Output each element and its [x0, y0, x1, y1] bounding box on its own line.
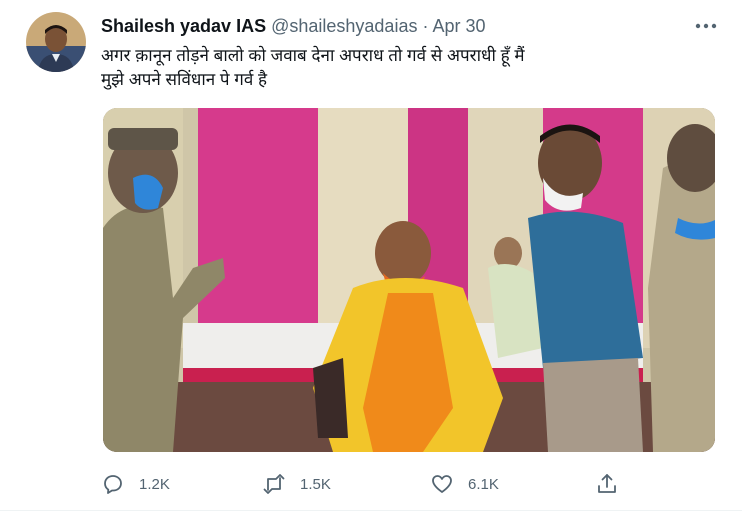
- author-name[interactable]: Shailesh yadav IAS: [101, 16, 266, 36]
- reply-button[interactable]: 1.2K: [101, 470, 170, 498]
- more-options-button[interactable]: [692, 14, 720, 38]
- reply-icon: [104, 475, 122, 494]
- retweet-button[interactable]: 1.5K: [262, 470, 331, 498]
- share-button[interactable]: [595, 470, 619, 498]
- retweet-icon: [263, 474, 285, 494]
- retweet-count: 1.5K: [300, 475, 331, 493]
- divider: [0, 510, 742, 511]
- avatar-image: [26, 12, 86, 72]
- media-image: [103, 108, 715, 452]
- tweet-actions: 1.2K 1.5K 6.1K: [0, 470, 742, 498]
- share-icon: [598, 474, 616, 493]
- tweet-media[interactable]: [103, 108, 715, 452]
- separator-dot: ·: [422, 16, 429, 36]
- tweet-date[interactable]: Apr 30: [432, 16, 485, 36]
- tweet-header: Shailesh yadav IAS @shaileshyadaias · Ap…: [101, 15, 486, 37]
- tweet[interactable]: Shailesh yadav IAS @shaileshyadaias · Ap…: [0, 0, 742, 512]
- reply-count: 1.2K: [139, 475, 170, 493]
- tweet-text: अगर क़ानून तोड़ने बालो को जवाब देना अपरा…: [101, 44, 711, 92]
- more-horizontal-icon: [695, 23, 717, 29]
- tweet-text-line-2: मुझे अपने सविंधान पे गर्व है: [101, 70, 268, 89]
- tweet-text-line-1: अगर क़ानून तोड़ने बालो को जवाब देना अपरा…: [101, 46, 525, 65]
- avatar[interactable]: [26, 12, 86, 72]
- like-button[interactable]: 6.1K: [430, 470, 499, 498]
- author-handle[interactable]: @shaileshyadaias: [271, 16, 417, 36]
- like-count: 6.1K: [468, 475, 499, 493]
- heart-icon: [432, 475, 452, 493]
